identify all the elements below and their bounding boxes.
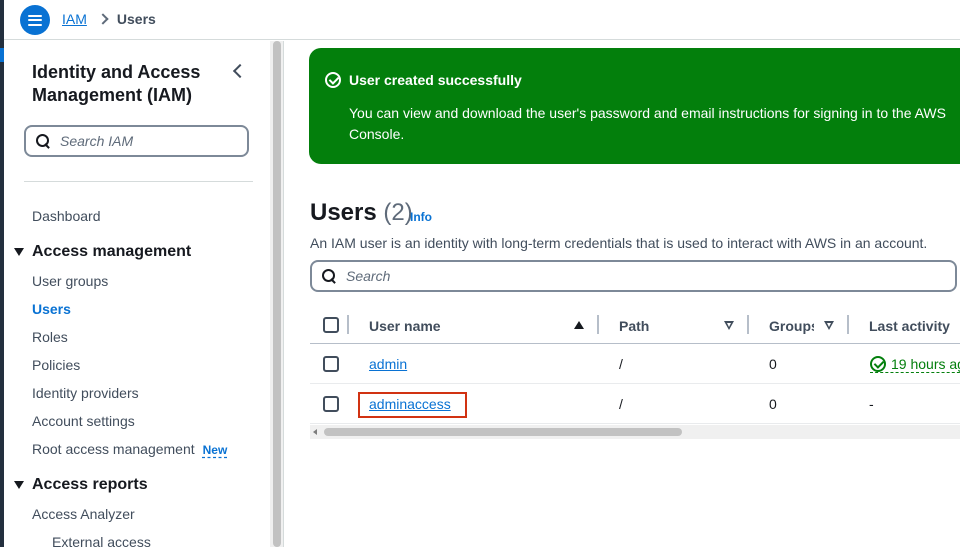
sort-ascending-icon[interactable] [574, 321, 584, 329]
section-access-reports[interactable]: Access reports [14, 476, 148, 494]
sidebar-divider [24, 181, 253, 182]
flash-title: User created successfully [349, 72, 522, 88]
sort-icon[interactable] [724, 321, 734, 330]
top-bar: IAM Users [4, 0, 960, 40]
breadcrumb: IAM Users [62, 11, 156, 27]
main-content: User created successfully You can view a… [285, 41, 960, 547]
column-header-path[interactable]: Path [619, 318, 649, 334]
row-checkbox[interactable] [323, 396, 339, 412]
sidebar-scrollbar[interactable] [270, 41, 284, 547]
hamburger-icon [28, 14, 42, 26]
chevron-right-icon [97, 13, 109, 25]
users-search-input[interactable] [346, 268, 926, 284]
path-cell: / [619, 396, 623, 412]
search-icon [322, 269, 336, 283]
table-header: User name Path Groups Last activity [310, 307, 960, 344]
check-circle-icon [870, 356, 886, 372]
new-badge[interactable]: New [203, 443, 228, 457]
last-activity-cell[interactable]: 19 hours ag [870, 356, 960, 373]
users-title: Users [310, 199, 377, 226]
search-icon [36, 134, 50, 148]
table-row: admin / 0 19 hours ag [310, 344, 960, 384]
sidebar-item-users[interactable]: Users [32, 301, 71, 317]
sidebar-search [24, 125, 249, 157]
check-circle-icon [325, 72, 341, 88]
row-checkbox[interactable] [323, 356, 339, 372]
column-divider[interactable] [747, 315, 749, 334]
table-horizontal-scrollbar[interactable] [310, 425, 960, 439]
column-header-user-name[interactable]: User name [369, 318, 441, 334]
sidebar-item-label: Root access management [32, 441, 195, 457]
groups-cell: 0 [769, 356, 777, 372]
table-row: adminaccess / 0 - [310, 384, 960, 424]
last-activity-text: 19 hours ag [891, 356, 960, 372]
column-divider[interactable] [597, 315, 599, 334]
scroll-left-icon[interactable] [313, 429, 317, 435]
section-label: Access management [32, 243, 192, 260]
sidebar-item-external-access[interactable]: External access [52, 534, 151, 547]
flash-message: You can view and download the user's pas… [349, 105, 946, 142]
user-name-cell: admin [369, 356, 407, 372]
sidebar-item-account-settings[interactable]: Account settings [32, 413, 135, 429]
breadcrumb-current: Users [116, 11, 156, 27]
sort-icon[interactable] [824, 321, 834, 330]
sidebar-item-dashboard[interactable]: Dashboard [32, 208, 101, 224]
column-divider[interactable] [847, 315, 849, 334]
caret-down-icon [14, 481, 24, 489]
scrollbar-thumb[interactable] [273, 41, 281, 547]
info-link[interactable]: Info [410, 210, 432, 224]
sidebar-item-root-access-management[interactable]: Root access management New [32, 441, 227, 457]
caret-down-icon [14, 248, 24, 256]
users-search [310, 260, 957, 292]
user-link[interactable]: adminaccess [369, 396, 451, 412]
page-title: Users (2) [310, 199, 413, 227]
column-header-groups[interactable]: Groups [769, 318, 814, 334]
sidebar-item-access-analyzer[interactable]: Access Analyzer [32, 506, 135, 522]
scrollbar-thumb[interactable] [324, 428, 682, 436]
column-header-last-activity[interactable]: Last activity [869, 318, 950, 334]
users-table: User name Path Groups Last activity admi… [310, 307, 960, 424]
groups-cell: 0 [769, 396, 777, 412]
collapse-sidebar-icon[interactable] [232, 63, 244, 77]
user-link[interactable]: admin [369, 356, 407, 372]
sidebar-item-roles[interactable]: Roles [32, 329, 68, 345]
select-all-checkbox[interactable] [323, 317, 339, 333]
users-description: An IAM user is an identity with long-ter… [310, 235, 928, 251]
users-count: (2) [383, 199, 413, 226]
sidebar-item-user-groups[interactable]: User groups [32, 273, 108, 289]
breadcrumb-iam-link[interactable]: IAM [62, 11, 87, 27]
section-label: Access reports [32, 476, 148, 493]
user-name-cell: adminaccess [369, 396, 451, 412]
success-flash: User created successfully You can view a… [309, 48, 960, 164]
sidebar-search-input[interactable] [60, 133, 230, 149]
section-access-management[interactable]: Access management [14, 243, 191, 261]
last-activity-cell: - [869, 396, 874, 412]
sidebar-title: Identity and Access Management (IAM) [32, 62, 201, 105]
sidebar-item-identity-providers[interactable]: Identity providers [32, 385, 139, 401]
menu-button[interactable] [20, 5, 50, 35]
sidebar-item-policies[interactable]: Policies [32, 357, 80, 373]
path-cell: / [619, 356, 623, 372]
column-divider [347, 315, 349, 334]
sidebar: Identity and Access Management (IAM) Das… [4, 41, 270, 547]
